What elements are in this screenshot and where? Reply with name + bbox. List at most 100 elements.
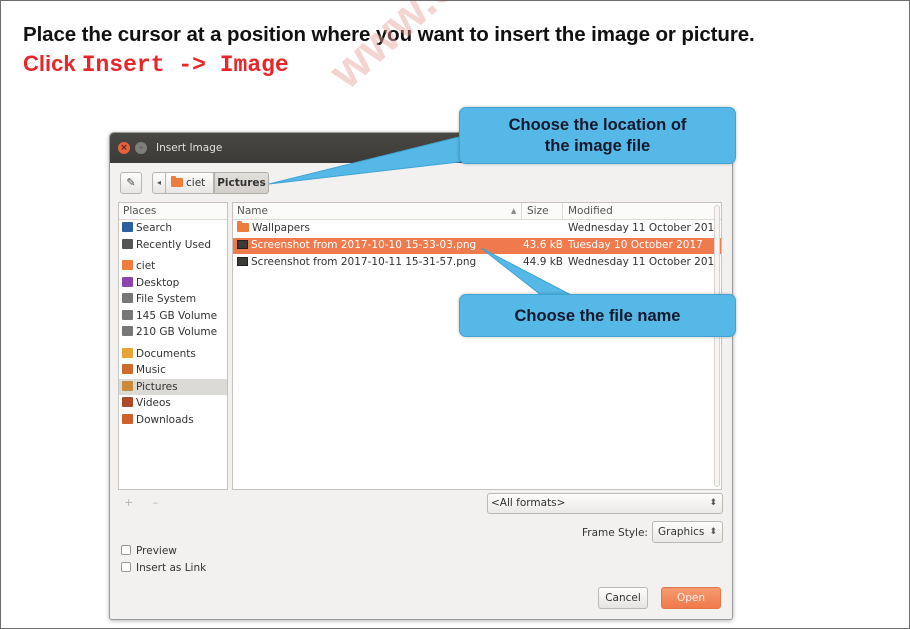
format-filter-value: <All formats> — [491, 497, 566, 509]
insert-image-dialog: × – Insert Image ✎ ◂ ciet Pictures Place… — [109, 132, 733, 620]
open-button[interactable]: Open — [661, 587, 721, 609]
frame-style-select[interactable]: Graphics ⬍ — [652, 521, 723, 543]
format-filter-select[interactable]: <All formats> ⬍ — [487, 493, 723, 514]
place-item-search[interactable]: Search — [119, 220, 227, 237]
callout-choose-file: Choose the file name — [459, 294, 736, 337]
place-item-documents[interactable]: Documents — [119, 346, 227, 363]
drive-icon — [122, 293, 133, 303]
frame-style-value: Graphics — [658, 526, 705, 538]
pencil-icon: ✎ — [126, 176, 136, 189]
home-folder-icon — [171, 176, 183, 187]
place-item-file-system[interactable]: File System — [119, 291, 227, 308]
file-name-cell: Screenshot from 2017-10-10 15-33-03.png — [237, 238, 476, 253]
instruction-menu-command: Insert -> Image — [81, 52, 289, 78]
place-label: Pictures — [136, 380, 178, 393]
drive-icon — [122, 309, 133, 320]
image-file-icon — [237, 240, 248, 249]
file-list-scrollbar[interactable] — [714, 205, 720, 487]
path-back-button[interactable]: ◂ — [152, 172, 166, 194]
checkbox-box — [121, 545, 131, 555]
watermark: www.o — [319, 0, 469, 100]
close-icon[interactable]: × — [118, 142, 130, 154]
search-icon — [122, 222, 133, 232]
column-modified[interactable]: Modified — [568, 203, 613, 219]
place-label: Desktop — [136, 276, 180, 289]
file-row[interactable]: Screenshot from 2017-10-10 15-33-03.png 4… — [233, 238, 721, 254]
clock-icon — [122, 238, 133, 249]
breadcrumb-ciet[interactable]: ciet — [166, 172, 214, 194]
instruction-heading: Place the cursor at a position where you… — [23, 23, 755, 46]
callout-location-line1: Choose the location of — [508, 116, 687, 134]
file-row[interactable]: Wallpapers Wednesday 11 October 2017 — [233, 221, 721, 237]
callout-location-line2: the image file — [544, 137, 651, 155]
place-item-210-gb-volume[interactable]: 210 GB Volume — [119, 324, 227, 341]
file-size: 44.9 kB — [523, 256, 564, 268]
music-icon — [122, 364, 133, 374]
place-item-145-gb-volume[interactable]: 145 GB Volume — [119, 308, 227, 325]
place-item-desktop[interactable]: Desktop — [119, 275, 227, 292]
callout-choose-location: Choose the location of the image file — [459, 107, 736, 164]
insert-as-link-label: Insert as Link — [136, 562, 207, 574]
place-label: Search — [136, 222, 173, 234]
file-modified: Tuesday 10 October 2017 — [568, 239, 703, 251]
file-list-header: Name ▲ Size Modified — [233, 203, 721, 220]
cancel-button[interactable]: Cancel — [598, 587, 648, 609]
place-label: Recently Used — [136, 238, 212, 251]
desktop-icon — [122, 276, 133, 287]
insert-as-link-checkbox[interactable]: Insert as Link — [121, 562, 206, 574]
place-item-downloads[interactable]: Downloads — [119, 412, 227, 429]
home-folder-icon — [122, 260, 133, 270]
preview-checkbox[interactable]: Preview — [121, 545, 177, 557]
drive-icon — [122, 326, 133, 336]
spinner-icon: ⬍ — [709, 498, 717, 508]
documents-icon — [122, 347, 133, 358]
place-label: 145 GB Volume — [136, 309, 218, 322]
column-divider — [521, 203, 522, 220]
add-remove-bookmark[interactable]: + – — [124, 496, 166, 509]
place-item-music[interactable]: Music — [119, 362, 227, 379]
place-label: Downloads — [136, 413, 194, 426]
file-modified: Wednesday 11 October 2017 — [568, 256, 721, 268]
instruction-click-label: Click — [23, 51, 82, 76]
file-name: Screenshot from 2017-10-11 15-31-57.png — [251, 256, 477, 268]
places-list: Search Recently Used ciet Desktop File Syste… — [119, 220, 227, 428]
dialog-title: Insert Image — [156, 142, 223, 154]
downloads-icon — [122, 413, 133, 424]
place-item-ciet[interactable]: ciet — [119, 258, 227, 275]
place-label: ciet — [136, 260, 156, 272]
place-label: Music — [136, 364, 166, 376]
folder-icon — [237, 221, 249, 232]
spinner-icon: ⬍ — [709, 527, 717, 537]
file-row[interactable]: Screenshot from 2017-10-11 15-31-57.png 4… — [233, 255, 721, 271]
pictures-icon — [122, 380, 133, 391]
place-item-videos[interactable]: Videos — [119, 395, 227, 412]
column-size[interactable]: Size — [527, 203, 549, 219]
place-label: Documents — [136, 347, 196, 360]
breadcrumb-ciet-label: ciet — [186, 177, 206, 189]
places-sidebar: Places Search Recently Used ciet Desktop Fil… — [118, 202, 228, 490]
file-modified: Wednesday 11 October 2017 — [568, 222, 721, 234]
file-name: Screenshot from 2017-10-10 15-33-03.png — [251, 239, 477, 251]
instruction-menu-path: Click Insert -> Image — [23, 51, 289, 78]
file-name: Wallpapers — [252, 222, 310, 234]
image-file-icon — [237, 257, 248, 266]
edit-location-button[interactable]: ✎ — [120, 172, 142, 194]
place-label: Videos — [136, 397, 171, 409]
places-header: Places — [119, 203, 227, 220]
place-item-pictures[interactable]: Pictures — [119, 378, 227, 395]
place-label: File System — [136, 293, 197, 305]
preview-label: Preview — [136, 545, 177, 557]
checkbox-box — [121, 562, 131, 572]
file-name-cell: Wallpapers — [237, 221, 310, 236]
breadcrumb-pictures[interactable]: Pictures — [214, 172, 269, 194]
column-divider — [562, 203, 563, 220]
file-size: 43.6 kB — [523, 239, 564, 251]
slide-frame: Place the cursor at a position where you… — [0, 0, 910, 629]
minimize-icon[interactable]: – — [135, 142, 147, 154]
column-name[interactable]: Name — [237, 203, 268, 219]
frame-style-label: Frame Style: — [582, 527, 648, 539]
place-item-recently-used[interactable]: Recently Used — [119, 237, 227, 254]
place-label: 210 GB Volume — [136, 326, 218, 338]
file-list: Name ▲ Size Modified Wallpapers Wednesday… — [232, 202, 722, 490]
file-name-cell: Screenshot from 2017-10-11 15-31-57.png — [237, 255, 476, 270]
